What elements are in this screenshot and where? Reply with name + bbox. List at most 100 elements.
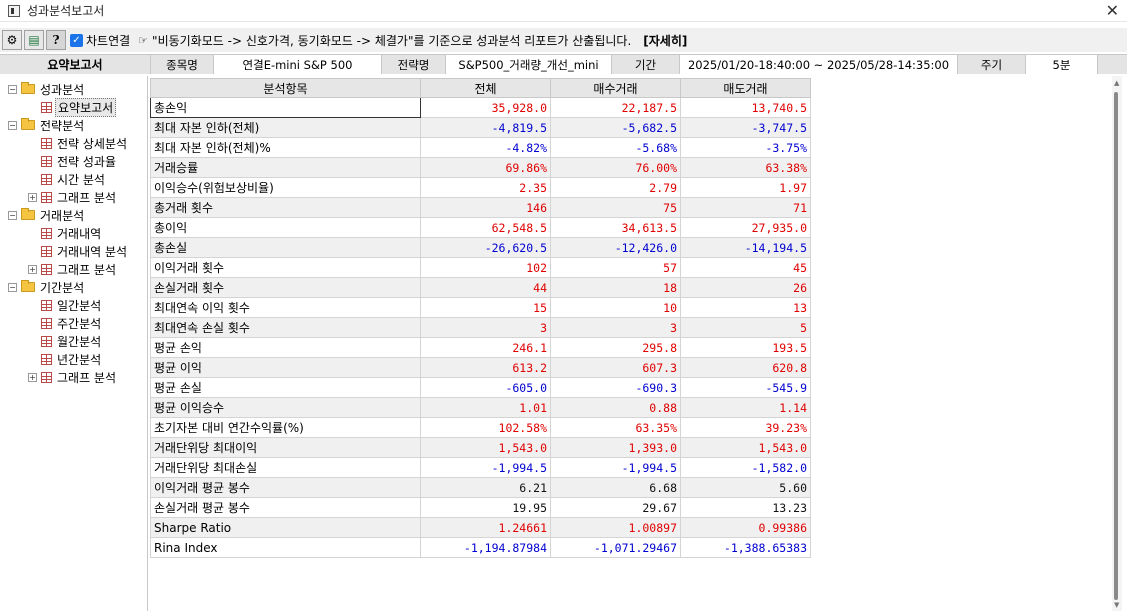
infobar-filler	[1098, 55, 1127, 74]
cell-buy: -5,682.5	[550, 117, 681, 138]
table-row[interactable]: 이익승수(위험보상비율) 2.35 2.79 1.97	[150, 177, 811, 198]
tree-label: 거래분석	[40, 208, 85, 223]
cell-total: 1.24661	[420, 517, 551, 538]
expand-icon[interactable]: +	[28, 372, 37, 382]
collapse-icon[interactable]: −	[8, 282, 17, 292]
close-icon[interactable]: ✕	[1106, 1, 1119, 20]
tree-item[interactable]: + 그래프 분석	[28, 260, 116, 278]
scroll-up-icon[interactable]: ▲	[1114, 79, 1119, 87]
chart-link-checkbox[interactable]: ✓	[70, 33, 83, 47]
tree-folder[interactable]: − 성과분석	[8, 80, 84, 98]
table-row[interactable]: 이익거래 횟수 102 57 45	[150, 257, 811, 278]
tree-folder[interactable]: − 전략분석	[8, 116, 84, 134]
row-label: 거래단위당 최대이익	[150, 437, 421, 458]
row-label: 거래단위당 최대손실	[150, 457, 421, 478]
tree-label: 시간 분석	[57, 172, 105, 187]
expand-icon[interactable]: +	[28, 264, 37, 274]
scroll-down-icon[interactable]: ▼	[1114, 601, 1119, 609]
tree-item[interactable]: 시간 분석	[28, 170, 105, 188]
tree-label: 그래프 분석	[57, 262, 117, 277]
chart-link-label[interactable]: 차트연결	[86, 32, 130, 49]
table-row[interactable]: 최대연속 손실 횟수 3 3 5	[150, 317, 811, 338]
row-label: 최대연속 이익 횟수	[150, 297, 421, 318]
tree-item[interactable]: 주간분석	[28, 314, 101, 332]
table-row[interactable]: 초기자본 대비 연간수익률(%) 102.58% 63.35% 39.23%	[150, 417, 811, 438]
table-row[interactable]: 손실거래 평균 봉수 19.95 29.67 13.23	[150, 497, 811, 518]
table-row[interactable]: Sharpe Ratio 1.24661 1.00897 0.99386	[150, 517, 811, 538]
row-label: 평균 손실	[150, 377, 421, 398]
table-row[interactable]: 평균 손익 246.1 295.8 193.5	[150, 337, 811, 358]
detail-link[interactable]: [자세히]	[643, 32, 687, 49]
collapse-icon[interactable]: −	[8, 210, 17, 220]
expand-icon[interactable]: +	[28, 192, 37, 202]
collapse-icon[interactable]: −	[8, 120, 17, 130]
header-buy[interactable]: 매수거래	[550, 78, 681, 98]
table-row[interactable]: 평균 손실 -605.0 -690.3 -545.9	[150, 377, 811, 398]
cell-buy: 22,187.5	[550, 97, 681, 118]
grid-report-icon	[41, 155, 52, 167]
collapse-icon[interactable]: −	[8, 84, 17, 94]
table-row[interactable]: 총손익 35,928.0 22,187.5 13,740.5	[150, 97, 811, 118]
table-row[interactable]: 이익거래 평균 봉수 6.21 6.68 5.60	[150, 477, 811, 498]
tree-folder[interactable]: − 거래분석	[8, 206, 84, 224]
tree-item[interactable]: 거래내역 분석	[28, 242, 127, 260]
summary-table-area: 분석항목 전체 매수거래 매도거래 총손익 35,928.0 22,187.5 13,…	[150, 76, 1112, 611]
scroll-thumb[interactable]	[1114, 92, 1118, 600]
table-row[interactable]: 총거래 횟수 146 75 71	[150, 197, 811, 218]
header-total[interactable]: 전체	[420, 78, 551, 98]
table-row[interactable]: 거래승률 69.86% 76.00% 63.38%	[150, 157, 811, 178]
tree-item[interactable]: 거래내역	[28, 224, 101, 242]
tree-item[interactable]: 전략 상세분석	[28, 134, 127, 152]
table-row[interactable]: 최대 자본 인하(전체) -4,819.5 -5,682.5 -3,747.5	[150, 117, 811, 138]
header-sell[interactable]: 매도거래	[680, 78, 811, 98]
tree-folder[interactable]: − 기간분석	[8, 278, 84, 296]
cell-sell: 27,935.0	[680, 217, 811, 238]
table-row[interactable]: 거래단위당 최대이익 1,543.0 1,393.0 1,543.0	[150, 437, 811, 458]
cell-buy: 295.8	[550, 337, 681, 358]
tree-item[interactable]: 일간분석	[28, 296, 101, 314]
tree-item[interactable]: 년간분석	[28, 350, 101, 368]
cell-buy: 1,393.0	[550, 437, 681, 458]
gear-icon[interactable]: ⚙	[2, 30, 22, 50]
table-row[interactable]: 총손실 -26,620.5 -12,426.0 -14,194.5	[150, 237, 811, 258]
tree-item[interactable]: + 그래프 분석	[28, 368, 116, 386]
table-row[interactable]: 평균 이익승수 1.01 0.88 1.14	[150, 397, 811, 418]
tree-label: 기간분석	[40, 280, 85, 295]
cell-sell: 193.5	[680, 337, 811, 358]
vertical-scrollbar[interactable]: ▲ ▼	[1112, 76, 1122, 611]
table-row[interactable]: 최대 자본 인하(전체)% -4.82% -5.68% -3.75%	[150, 137, 811, 158]
cell-total: 146	[420, 197, 551, 218]
cell-sell: -545.9	[680, 377, 811, 398]
table-row[interactable]: 거래단위당 최대손실 -1,994.5 -1,994.5 -1,582.0	[150, 457, 811, 478]
table-row[interactable]: 최대연속 이익 횟수 15 10 13	[150, 297, 811, 318]
row-label: 이익거래 횟수	[150, 257, 421, 278]
table-row[interactable]: Rina Index -1,194.87984 -1,071.29467 -1,388…	[150, 537, 811, 558]
cell-total: -4,819.5	[420, 117, 551, 138]
help-button[interactable]: ?	[46, 30, 66, 50]
tree-item[interactable]: + 그래프 분석	[28, 188, 116, 206]
info-bar: 요약보고서 종목명 연결E-mini S&P 500 전략명 S&P500_거래…	[0, 54, 1127, 74]
excel-icon[interactable]: ▤	[24, 30, 44, 50]
tree-item[interactable]: 요약보고서	[28, 97, 117, 117]
strategy-value: S&P500_거래량_개선_mini	[446, 55, 612, 74]
cell-total: -4.82%	[420, 137, 551, 158]
header-item[interactable]: 분석항목	[150, 78, 421, 98]
cell-sell: 26	[680, 277, 811, 298]
cell-buy: 1.00897	[550, 517, 681, 538]
cell-total: 3	[420, 317, 551, 338]
strategy-label: 전략명	[382, 55, 446, 74]
table-row[interactable]: 손실거래 횟수 44 18 26	[150, 277, 811, 298]
table-row[interactable]: 평균 이익 613.2 607.3 620.8	[150, 357, 811, 378]
cell-sell: 620.8	[680, 357, 811, 378]
tree-item[interactable]: 전략 성과율	[28, 152, 116, 170]
cell-sell: 1.97	[680, 177, 811, 198]
table-row[interactable]: 총이익 62,548.5 34,613.5 27,935.0	[150, 217, 811, 238]
folder-icon	[21, 280, 35, 292]
tree-item[interactable]: 월간분석	[28, 332, 101, 350]
grid-report-icon	[41, 173, 52, 185]
symbol-value: 연결E-mini S&P 500	[214, 55, 382, 74]
grid-report-icon	[41, 137, 52, 149]
grid-report-icon	[41, 335, 52, 347]
cell-sell: 13	[680, 297, 811, 318]
cell-total: 1.01	[420, 397, 551, 418]
